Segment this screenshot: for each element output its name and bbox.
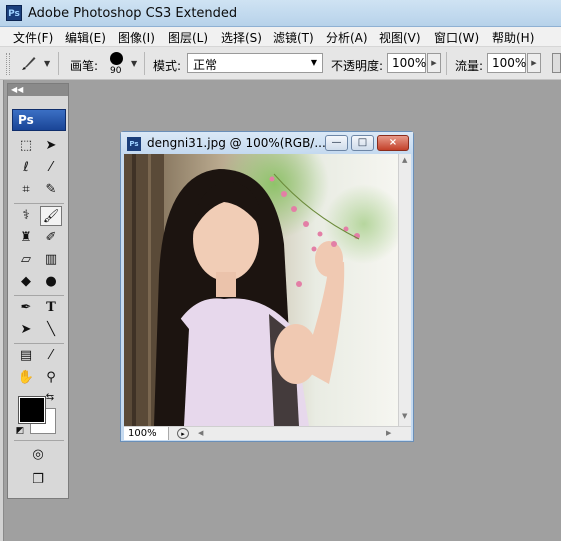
info-icon[interactable]: ▸ <box>177 428 189 439</box>
opacity-slider-button[interactable]: ▶ <box>427 53 441 73</box>
toolbox-separator <box>14 440 64 441</box>
path-selection-tool-icon[interactable]: ➤ <box>15 320 37 340</box>
brush-tool-preset-icon[interactable] <box>20 54 38 72</box>
photoshop-logo: Ps <box>12 109 66 131</box>
airbrush-toggle-icon[interactable] <box>552 53 561 73</box>
vertical-scrollbar[interactable]: ▲ ▼ <box>398 154 411 426</box>
default-colors-icon[interactable]: ◩ <box>13 424 27 438</box>
toolbox-collapse-handle[interactable]: ◀◀ <box>8 84 68 96</box>
flow-input[interactable]: 100% <box>487 53 526 73</box>
eyedropper-tool-icon[interactable]: ⁄ <box>40 346 62 366</box>
separator <box>58 52 59 75</box>
mode-value: 正常 <box>193 58 218 72</box>
toolbox-separator <box>14 203 64 204</box>
brush-tool-icon[interactable]: 🖌 <box>40 206 62 226</box>
menu-file[interactable]: 文件(F) <box>12 29 54 46</box>
app-title-bar: Ps Adobe Photoshop CS3 Extended <box>0 0 561 27</box>
document-title-bar[interactable]: Ps dengni31.jpg @ 100%(RGB/... — □ × <box>121 132 413 154</box>
left-dock-edge <box>0 80 4 541</box>
menu-image[interactable]: 图像(I) <box>117 29 156 46</box>
maximize-button[interactable]: □ <box>351 135 374 151</box>
menu-edit[interactable]: 编辑(E) <box>64 29 107 46</box>
screen-mode-icon[interactable]: ❐ <box>27 470 49 490</box>
menu-layer[interactable]: 图层(L) <box>167 29 209 46</box>
separator <box>144 52 145 75</box>
slice-tool-icon[interactable]: ✎ <box>40 180 62 200</box>
menu-select[interactable]: 选择(S) <box>220 29 263 46</box>
scroll-right-icon[interactable]: ▶ <box>386 429 391 437</box>
history-brush-tool-icon[interactable]: ✐ <box>40 228 62 248</box>
blur-tool-icon[interactable]: ◆ <box>15 272 37 292</box>
notes-tool-icon[interactable]: ▤ <box>15 346 37 366</box>
scroll-down-icon[interactable]: ▼ <box>402 412 407 420</box>
dodge-tool-icon[interactable]: ● <box>40 272 62 292</box>
flow-label: 流量: <box>455 59 484 73</box>
marquee-tool-icon[interactable]: ⬚ <box>15 136 37 156</box>
zoom-tool-icon[interactable]: ⚲ <box>40 368 62 388</box>
document-title: dengni31.jpg @ 100%(RGB/... <box>147 136 326 150</box>
mode-label: 模式: <box>153 59 182 73</box>
move-tool-icon[interactable]: ➤ <box>40 136 62 156</box>
menu-filter[interactable]: 滤镜(T) <box>272 29 315 46</box>
tool-preset-dropdown-icon[interactable]: ▼ <box>44 59 50 68</box>
document-ps-icon: Ps <box>127 137 141 151</box>
menu-analysis[interactable]: 分析(A) <box>325 29 369 46</box>
toolbox-separator <box>14 343 64 344</box>
menu-window[interactable]: 窗口(W) <box>433 29 480 46</box>
minimize-button[interactable]: — <box>325 135 348 151</box>
document-canvas-photo[interactable] <box>124 154 398 426</box>
separator <box>446 52 447 75</box>
line-tool-icon[interactable]: ╲ <box>40 320 62 340</box>
zoom-level-field[interactable]: 100% <box>124 427 169 440</box>
options-bar: ▼ 画笔: 90 ▼ 模式: 正常 ▼ 不透明度: 100% ▶ 流量: 100… <box>0 47 561 80</box>
lasso-tool-icon[interactable]: ℓ <box>15 158 37 178</box>
brush-dropdown-icon[interactable]: ▼ <box>131 59 137 68</box>
type-tool-icon[interactable]: T <box>40 298 62 318</box>
swap-colors-icon[interactable]: ⇆ <box>43 391 57 405</box>
quick-mask-icon[interactable]: ◎ <box>27 445 49 465</box>
menu-view[interactable]: 视图(V) <box>378 29 422 46</box>
photoshop-app-icon: Ps <box>6 5 22 21</box>
close-button[interactable]: × <box>377 135 409 151</box>
toolbox-panel: ◀◀ Ps ⬚ ➤ ℓ ⁄ ⌗ ✎ ⚕ 🖌 ♜ ✐ ▱ ▥ ◆ ● ✒ T ➤ … <box>7 83 69 499</box>
chevron-down-icon: ▼ <box>310 58 317 67</box>
healing-brush-tool-icon[interactable]: ⚕ <box>15 206 37 226</box>
brush-label: 画笔: <box>70 59 99 73</box>
hand-tool-icon[interactable]: ✋ <box>15 368 37 388</box>
mode-select[interactable]: 正常 ▼ <box>187 53 323 73</box>
document-window: Ps dengni31.jpg @ 100%(RGB/... — □ × ▲ ▼… <box>120 131 414 442</box>
app-title: Adobe Photoshop CS3 Extended <box>28 6 238 21</box>
menu-help[interactable]: 帮助(H) <box>491 29 535 46</box>
scroll-up-icon[interactable]: ▲ <box>402 156 407 164</box>
document-status-bar: 100% ▸ ◀ ▶ <box>124 426 411 440</box>
scroll-left-icon[interactable]: ◀ <box>198 429 203 437</box>
clone-stamp-tool-icon[interactable]: ♜ <box>15 228 37 248</box>
pen-tool-icon[interactable]: ✒ <box>15 298 37 318</box>
foreground-color-swatch[interactable] <box>18 396 46 424</box>
menu-bar: 文件(F) 编辑(E) 图像(I) 图层(L) 选择(S) 滤镜(T) 分析(A… <box>0 27 561 47</box>
opacity-label: 不透明度: <box>331 59 384 73</box>
flow-slider-button[interactable]: ▶ <box>527 53 541 73</box>
brush-preview-icon[interactable] <box>110 52 123 65</box>
crop-tool-icon[interactable]: ⌗ <box>15 180 37 200</box>
gradient-tool-icon[interactable]: ▥ <box>40 250 62 270</box>
eraser-tool-icon[interactable]: ▱ <box>15 250 37 270</box>
opacity-input[interactable]: 100% <box>387 53 426 73</box>
options-bar-grip[interactable] <box>6 53 10 75</box>
toolbox-separator <box>14 295 64 296</box>
magic-wand-tool-icon[interactable]: ⁄ <box>40 158 62 178</box>
brush-size-value: 90 <box>110 66 122 76</box>
